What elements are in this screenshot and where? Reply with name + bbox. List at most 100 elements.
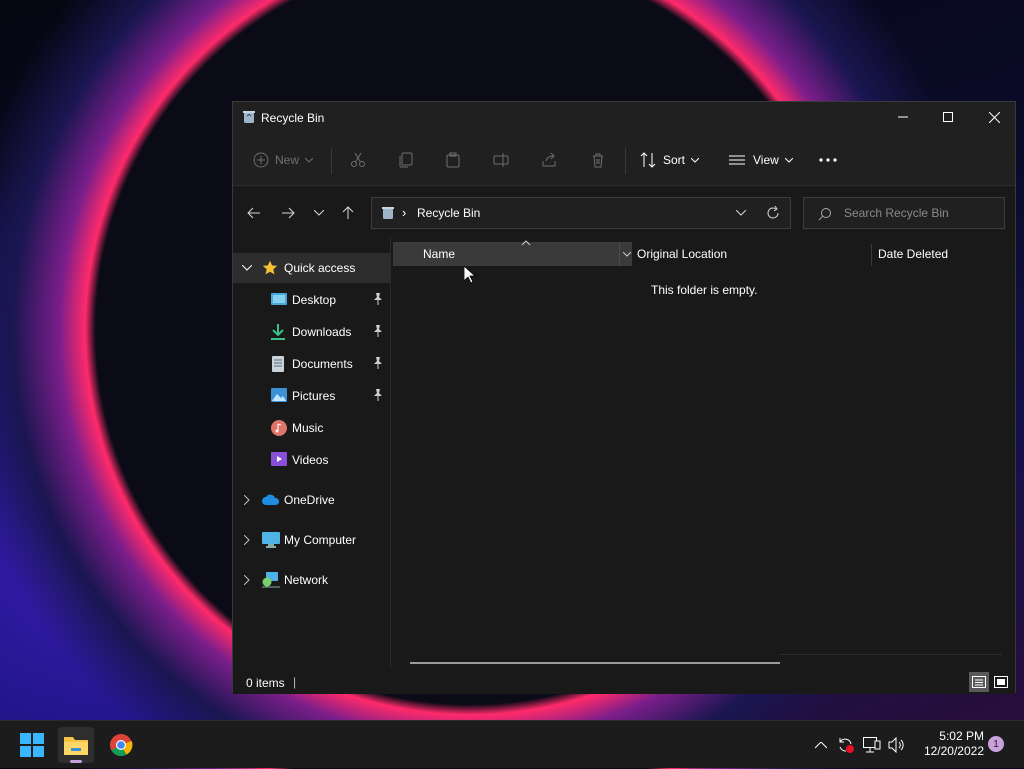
chrome-icon bbox=[109, 733, 133, 757]
chevron-down-icon bbox=[305, 157, 314, 163]
sidebar-item-videos[interactable]: Videos bbox=[233, 445, 390, 475]
status-separator: | bbox=[293, 675, 297, 689]
path-separator: › bbox=[402, 205, 407, 220]
clock-time: 5:02 PM bbox=[939, 729, 984, 743]
navigation-bar: › Recycle Bin Search Recycle Bin bbox=[233, 186, 1015, 238]
chevron-down-icon bbox=[784, 157, 793, 163]
share-button[interactable] bbox=[541, 144, 557, 176]
column-header-date-deleted[interactable]: Date Deleted bbox=[878, 242, 1008, 266]
close-button[interactable] bbox=[971, 102, 1017, 132]
sidebar-item-documents[interactable]: Documents bbox=[233, 349, 390, 379]
star-icon bbox=[262, 260, 278, 276]
sidebar-item-desktop[interactable]: Desktop bbox=[233, 285, 390, 315]
address-bar[interactable]: › Recycle Bin bbox=[371, 197, 791, 229]
sidebar-item-music[interactable]: Music bbox=[233, 413, 390, 443]
network-tray-icon[interactable] bbox=[861, 721, 883, 769]
notification-count: 1 bbox=[993, 738, 999, 750]
cut-button[interactable] bbox=[350, 144, 366, 176]
network-icon bbox=[262, 572, 280, 588]
taskbar-chrome[interactable] bbox=[103, 727, 139, 763]
sidebar-item-label: Documents bbox=[292, 357, 353, 371]
view-label: View bbox=[753, 153, 779, 167]
new-button[interactable]: New bbox=[253, 144, 314, 176]
sort-label: Sort bbox=[663, 153, 686, 167]
sidebar-item-my-computer[interactable]: My Computer bbox=[233, 525, 390, 555]
sort-button[interactable]: Sort bbox=[640, 144, 700, 176]
back-button[interactable] bbox=[244, 204, 264, 222]
sidebar-item-onedrive[interactable]: OneDrive bbox=[233, 485, 390, 515]
share-icon bbox=[541, 152, 557, 168]
videos-icon bbox=[271, 452, 287, 466]
pin-icon bbox=[373, 357, 383, 369]
sidebar-item-network[interactable]: Network bbox=[233, 565, 390, 595]
minimize-button[interactable] bbox=[880, 102, 926, 132]
see-more-button[interactable] bbox=[819, 144, 837, 176]
column-dropdown-button[interactable] bbox=[619, 242, 634, 266]
empty-folder-message: This folder is empty. bbox=[651, 283, 758, 297]
paste-button[interactable] bbox=[445, 144, 461, 176]
column-divider[interactable] bbox=[871, 244, 872, 266]
details-view-button[interactable] bbox=[969, 672, 989, 692]
computer-icon bbox=[262, 532, 280, 548]
delete-button[interactable] bbox=[590, 144, 606, 176]
horizontal-scrollbar[interactable] bbox=[410, 662, 780, 664]
volume-tray-icon[interactable] bbox=[886, 721, 908, 769]
file-list[interactable]: Name Original Location Date Deleted This… bbox=[391, 238, 1015, 668]
taskbar-file-explorer[interactable] bbox=[58, 727, 94, 763]
start-button[interactable] bbox=[14, 727, 50, 763]
documents-icon bbox=[272, 356, 284, 372]
chevron-right-icon bbox=[244, 495, 250, 505]
pin-icon bbox=[373, 325, 383, 337]
column-header-original-location[interactable]: Original Location bbox=[637, 242, 869, 266]
address-history-button[interactable] bbox=[736, 210, 746, 216]
mouse-cursor-icon bbox=[464, 266, 476, 284]
search-input[interactable]: Search Recycle Bin bbox=[803, 197, 1005, 229]
column-header-name[interactable]: Name bbox=[393, 240, 634, 266]
music-icon bbox=[271, 420, 287, 436]
toolbar-divider bbox=[331, 148, 332, 174]
refresh-button[interactable] bbox=[766, 206, 780, 220]
copy-button[interactable] bbox=[398, 144, 414, 176]
view-button[interactable]: View bbox=[729, 144, 793, 176]
chevron-down-icon bbox=[242, 265, 252, 271]
sidebar-item-label: Videos bbox=[292, 453, 329, 467]
refresh-icon bbox=[766, 206, 780, 220]
sidebar-item-label: My Computer bbox=[284, 533, 357, 547]
column-label: Date Deleted bbox=[878, 247, 949, 261]
folder-icon bbox=[63, 734, 89, 756]
notification-badge[interactable]: 1 bbox=[988, 736, 1004, 752]
clock[interactable]: 5:02 PM 12/20/2022 bbox=[916, 729, 984, 759]
forward-button[interactable] bbox=[278, 204, 298, 222]
details-view-icon bbox=[972, 676, 986, 688]
view-icon bbox=[729, 154, 745, 166]
sidebar-item-downloads[interactable]: Downloads bbox=[233, 317, 390, 347]
sync-status-tray-icon[interactable] bbox=[835, 721, 857, 769]
sidebar-item-quick-access[interactable]: Quick access bbox=[233, 253, 390, 283]
sidebar-item-label: Pictures bbox=[292, 389, 336, 403]
chevron-right-icon bbox=[244, 575, 250, 585]
new-icon bbox=[253, 152, 269, 168]
search-icon bbox=[818, 207, 832, 221]
recycle-bin-icon bbox=[382, 206, 394, 220]
rename-button[interactable] bbox=[493, 144, 509, 176]
cut-icon bbox=[350, 152, 366, 168]
sidebar-item-label: Quick access bbox=[284, 261, 356, 275]
large-icons-view-button[interactable] bbox=[991, 672, 1011, 692]
sidebar-item-pictures[interactable]: Pictures bbox=[233, 381, 390, 411]
chevron-up-icon bbox=[815, 741, 827, 749]
sidebar-item-label: Music bbox=[292, 421, 324, 435]
show-hidden-icons-button[interactable] bbox=[811, 721, 831, 769]
chevron-down-icon bbox=[623, 251, 631, 257]
chevron-down-icon bbox=[691, 157, 700, 163]
maximize-button[interactable] bbox=[925, 102, 971, 132]
sidebar-item-label: OneDrive bbox=[284, 493, 335, 507]
navigation-pane: Quick access Desktop Downloads Documents… bbox=[233, 238, 390, 668]
file-explorer-window: Recycle Bin New Sort View › Recycle Bin … bbox=[232, 101, 1016, 694]
title-bar[interactable]: Recycle Bin bbox=[233, 102, 1015, 134]
up-button[interactable] bbox=[338, 204, 358, 222]
window-title: Recycle Bin bbox=[261, 111, 325, 125]
recent-locations-button[interactable] bbox=[309, 204, 329, 222]
active-app-indicator bbox=[70, 760, 82, 763]
breadcrumb-recycle-bin[interactable]: Recycle Bin bbox=[417, 206, 480, 220]
toolbar-divider bbox=[625, 148, 626, 174]
